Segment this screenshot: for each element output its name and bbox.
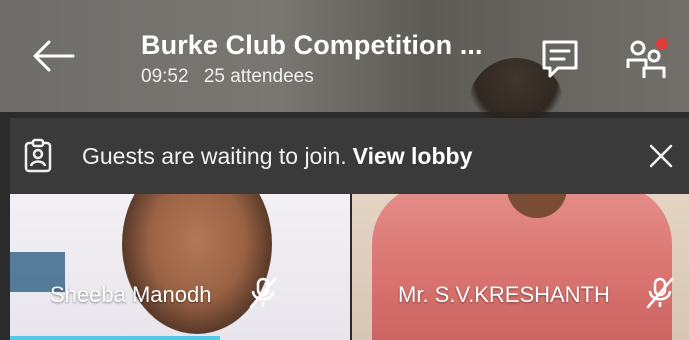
close-banner-button[interactable] [645,140,677,172]
view-lobby-link[interactable]: View lobby [353,143,473,169]
lobby-message-text: Guests are waiting to join. [82,143,347,169]
meeting-time: 09:52 [141,66,189,87]
meeting-title: Burke Club Competition ... [141,30,483,60]
back-button[interactable] [28,30,80,82]
lobby-message: Guests are waiting to join. View lobby [82,143,472,170]
participant-video-1 [122,194,272,334]
back-arrow-icon [33,40,75,72]
close-icon [649,144,673,168]
meeting-header: Burke Club Competition ... 09:52 25 atte… [0,0,689,112]
active-speaker-indicator [10,336,220,340]
clipboard-person-icon [24,138,52,173]
attendee-count: 25 attendees [203,66,314,87]
participant-tile-2[interactable] [352,194,689,340]
notification-dot [656,38,668,50]
lobby-banner: Guests are waiting to join. View lobby [10,118,689,194]
participant-name-1: Sheeba Manodh [50,282,212,307]
participants-button[interactable] [620,34,672,84]
chat-button[interactable] [536,34,584,84]
chat-icon [542,40,578,78]
meeting-screen: Burke Club Competition ... 09:52 25 atte… [0,0,689,340]
participant-video-2 [372,194,672,340]
meeting-subtitle: 09:52 25 attendees [141,66,324,88]
mic-muted-icon [249,277,277,309]
participant-tile-1[interactable] [10,194,350,340]
participant-name-2: Mr. S.V.KRESHANTH [398,282,610,307]
mic-muted-icon [646,277,674,309]
